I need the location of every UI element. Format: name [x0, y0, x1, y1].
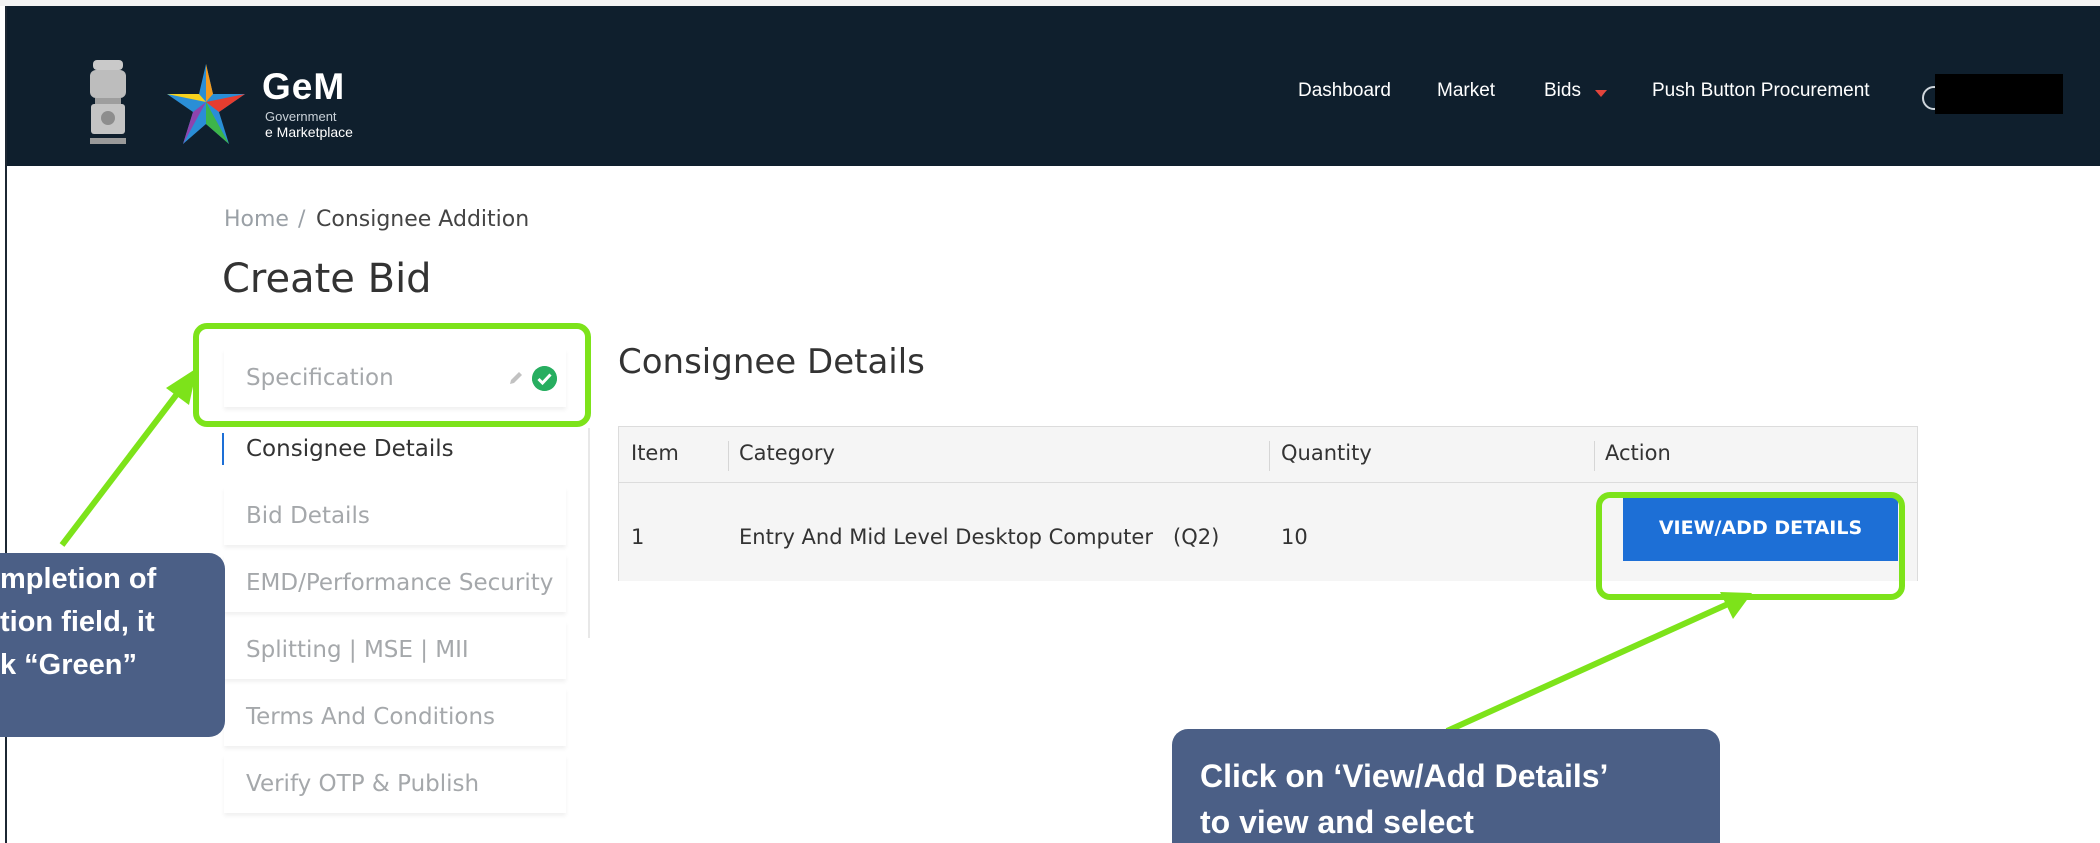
callout-left: mpletion of tion field, it k “Green”: [0, 553, 225, 737]
cell-category: Entry And Mid Level Desktop Computer (Q2…: [739, 525, 1220, 549]
sidebar-item-bid-details[interactable]: Bid Details: [224, 487, 566, 545]
callout-line: Click on ‘View/Add Details’: [1200, 758, 1609, 794]
sidebar-item-label: Verify OTP & Publish: [246, 771, 480, 797]
cell-quantity: 10: [1281, 525, 1308, 549]
sidebar-item-label: Consignee Details: [246, 436, 454, 462]
arrow-left-line: [59, 388, 183, 547]
callout-line: tion field, it: [0, 606, 155, 638]
column-divider: [728, 441, 729, 471]
table-header: Item Category Quantity Action: [619, 427, 1917, 483]
column-header-action: Action: [1605, 441, 1671, 465]
column-header-category: Category: [739, 441, 835, 465]
sidebar-item-label: EMD/Performance Security: [246, 570, 554, 596]
column-header-item: Item: [631, 441, 679, 465]
callout-line: k “Green”: [0, 649, 137, 681]
brand-subtitle-government: Government: [265, 109, 337, 124]
caret-down-icon[interactable]: [1595, 90, 1607, 97]
page-title: Create Bid: [222, 256, 432, 302]
sidebar-item-terms-and-conditions[interactable]: Terms And Conditions: [224, 688, 566, 746]
breadcrumb-current: Consignee Addition: [316, 207, 530, 232]
column-header-quantity: Quantity: [1281, 441, 1372, 465]
nav-market[interactable]: Market: [1437, 80, 1495, 102]
section-title: Consignee Details: [618, 342, 925, 382]
sidebar-item-emd-performance-security[interactable]: EMD/Performance Security: [224, 554, 566, 612]
cell-item: 1: [631, 525, 645, 549]
nav-bids[interactable]: Bids: [1544, 80, 1581, 102]
breadcrumb-home[interactable]: Home: [224, 207, 289, 232]
redacted-username: [1935, 74, 2063, 114]
sidebar-item-splitting-mse-mii[interactable]: Splitting | MSE | MII: [224, 621, 566, 679]
breadcrumb-separator: /: [298, 207, 306, 232]
sidebar-item-label: Bid Details: [246, 503, 370, 529]
highlight-view-add-details: [1596, 492, 1905, 600]
sidebar-item-label: Splitting | MSE | MII: [246, 637, 469, 663]
sidebar-divider: [588, 428, 590, 638]
sidebar-item-verify-otp-publish[interactable]: Verify OTP & Publish: [224, 755, 566, 813]
brand-name: GeM: [262, 66, 346, 107]
column-divider: [1594, 441, 1595, 471]
nav-dashboard[interactable]: Dashboard: [1298, 80, 1391, 102]
highlight-specification: [193, 323, 591, 427]
arrow-right-line: [1445, 601, 1730, 734]
gem-star-logo-icon: [167, 64, 245, 144]
callout-line: mpletion of: [0, 563, 157, 595]
national-emblem-icon: [90, 60, 126, 144]
sidebar-item-consignee-details[interactable]: Consignee Details: [224, 420, 566, 478]
column-divider: [1269, 441, 1270, 471]
callout-line: to view and select: [1200, 804, 1474, 840]
brand-subtitle-marketplace: e Marketplace: [265, 124, 353, 140]
sidebar-item-label: Terms And Conditions: [246, 704, 496, 730]
nav-push-button-procurement[interactable]: Push Button Procurement: [1652, 80, 1870, 102]
callout-right: Click on ‘View/Add Details’ to view and …: [1172, 729, 1720, 843]
